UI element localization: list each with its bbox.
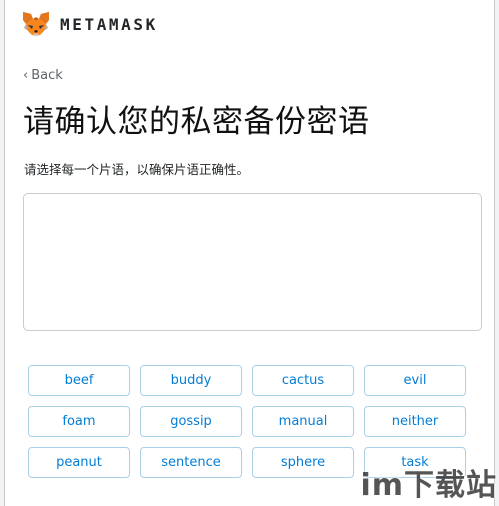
header: METAMASK xyxy=(22,10,158,38)
chevron-left-icon: ‹ xyxy=(23,68,29,83)
back-label: Back xyxy=(31,68,63,83)
word-option-sphere[interactable]: sphere xyxy=(252,447,354,478)
selected-phrase-box[interactable] xyxy=(23,193,482,331)
watermark-text: im下载站 xyxy=(360,468,497,503)
word-option-foam[interactable]: foam xyxy=(28,406,130,437)
word-option-evil[interactable]: evil xyxy=(364,365,466,396)
back-link[interactable]: ‹ Back xyxy=(23,68,63,83)
word-option-gossip[interactable]: gossip xyxy=(140,406,242,437)
word-option-beef[interactable]: beef xyxy=(28,365,130,396)
word-option-cactus[interactable]: cactus xyxy=(252,365,354,396)
page-subtitle: 请选择每一个片语，以确保片语正确性。 xyxy=(24,162,250,177)
word-option-neither[interactable]: neither xyxy=(364,406,466,437)
word-option-sentence[interactable]: sentence xyxy=(140,447,242,478)
word-option-peanut[interactable]: peanut xyxy=(28,447,130,478)
word-option-manual[interactable]: manual xyxy=(252,406,354,437)
page-title: 请确认您的私密备份密语 xyxy=(23,104,370,140)
site-watermark: im下载站 xyxy=(360,460,497,504)
brand-name: METAMASK xyxy=(60,14,158,34)
app-frame: METAMASK ‹ Back 请确认您的私密备份密语 请选择每一个片语，以确保… xyxy=(4,0,495,506)
metamask-fox-icon xyxy=(23,11,49,36)
word-option-buddy[interactable]: buddy xyxy=(140,365,242,396)
